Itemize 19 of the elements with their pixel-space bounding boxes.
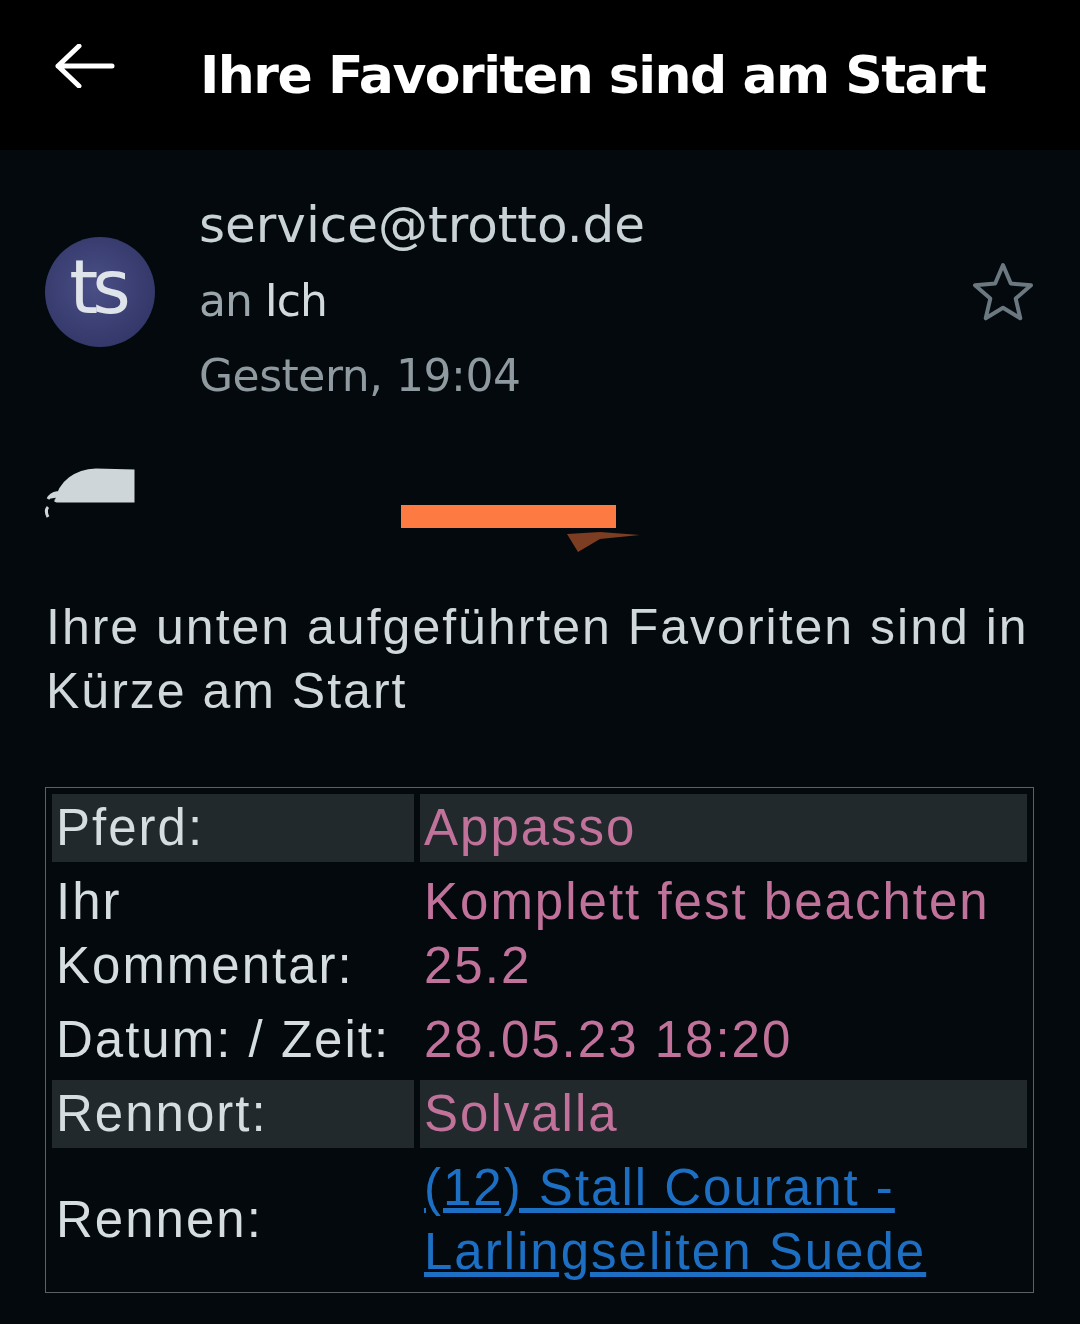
sender-avatar: ts xyxy=(45,236,155,347)
message-text: Ihre unten aufgeführten Favoriten sind in Kürze am Start xyxy=(46,598,1030,721)
label-cell-text: Datum: / Zeit: xyxy=(55,1010,392,1070)
star-icon[interactable] xyxy=(972,261,1034,322)
back-arrow-icon[interactable] xyxy=(55,44,115,88)
label-cell: Rennort: xyxy=(52,1080,414,1148)
label-cell-text: Rennen: xyxy=(55,1190,264,1250)
value-cell: Solvalla xyxy=(420,1080,1027,1148)
email-subject: Ihre Favoriten sind am Start xyxy=(200,45,986,105)
sent-date: Gestern, 19:04 xyxy=(199,349,522,403)
sender-address: service@trotto.de xyxy=(199,195,647,256)
value-cell-text: Komplett fest beachten 25.2 xyxy=(423,872,991,996)
recipient-prefix: an xyxy=(199,275,252,326)
label-cell: Pferd: xyxy=(52,794,414,862)
value-cell: Appasso xyxy=(420,794,1027,862)
race-link[interactable]: (12) Stall Courant - Larlingseliten Suede xyxy=(424,1156,1023,1284)
recipient-name: Ich xyxy=(264,275,327,326)
value-cell-text: 28.05.23 18:20 xyxy=(423,1010,794,1070)
label-cell-text: Ihr Kommentar: xyxy=(55,872,355,996)
